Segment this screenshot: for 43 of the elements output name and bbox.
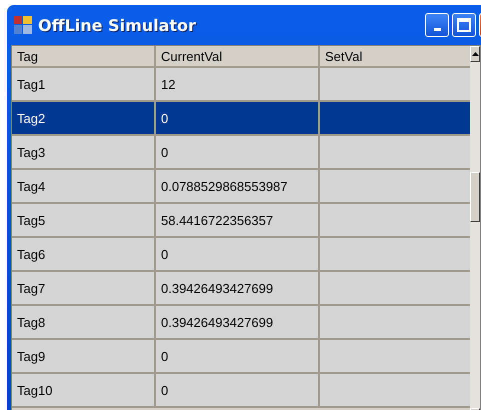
table-cell: Tag1 xyxy=(12,68,156,100)
table-cell: 58.4416722356357 xyxy=(156,204,320,236)
table-row[interactable]: Tag8 0.39426493427699 xyxy=(12,306,470,340)
maximize-icon xyxy=(457,18,471,32)
minimize-icon xyxy=(434,28,440,30)
scroll-up-button[interactable] xyxy=(470,46,480,62)
table-cell: Tag3 xyxy=(12,136,156,168)
table-row[interactable]: Tag1 12 xyxy=(12,68,470,102)
table-cell: 12 xyxy=(156,68,320,100)
table-row[interactable]: Tag4 0.0788529868553987 xyxy=(12,170,470,204)
up-arrow-icon xyxy=(472,52,478,56)
column-header[interactable]: SetVal xyxy=(320,46,470,66)
table-row[interactable]: Tag7 0.39426493427699 xyxy=(12,272,470,306)
column-header[interactable]: CurrentVal xyxy=(156,46,320,66)
table-row[interactable]: Tag6 0 xyxy=(12,238,470,272)
table-row[interactable]: Tag9 0 xyxy=(12,340,470,374)
table-cell: Tag8 xyxy=(12,306,156,338)
table-cell: Tag9 xyxy=(12,340,156,372)
table-cell: 0 xyxy=(156,102,320,134)
table-cell: 0 xyxy=(156,374,320,406)
scrollbar[interactable] xyxy=(470,46,480,410)
table-cell: 0.39426493427699 xyxy=(156,272,320,304)
table-cell: Tag7 xyxy=(12,272,156,304)
maximize-button[interactable] xyxy=(452,13,476,37)
table-cell: 0 xyxy=(156,340,320,372)
column-header[interactable]: Tag xyxy=(12,46,156,66)
table-cell: 0 xyxy=(156,136,320,168)
table-row[interactable]: Tag5 58.4416722356357 xyxy=(12,204,470,238)
table-row[interactable]: Tag2 0 xyxy=(12,102,470,136)
table-cell: Tag5 xyxy=(12,204,156,236)
scroll-thumb[interactable] xyxy=(470,172,480,222)
table-row[interactable]: Tag3 0 xyxy=(12,136,470,170)
window-title: OffLine Simulator xyxy=(38,16,196,34)
table-cell: 0.39426493427699 xyxy=(156,306,320,338)
table-row[interactable]: Tag10 0 xyxy=(12,374,470,408)
minimize-button[interactable] xyxy=(425,13,449,37)
table-cell: Tag2 xyxy=(12,102,156,134)
app-grid-icon xyxy=(14,16,32,34)
table-cell: 0 xyxy=(156,238,320,270)
table-cell: Tag10 xyxy=(12,374,156,406)
table-cell: Tag6 xyxy=(12,238,156,270)
table-cell: Tag4 xyxy=(12,170,156,202)
table-cell: 0.0788529868553987 xyxy=(156,170,320,202)
